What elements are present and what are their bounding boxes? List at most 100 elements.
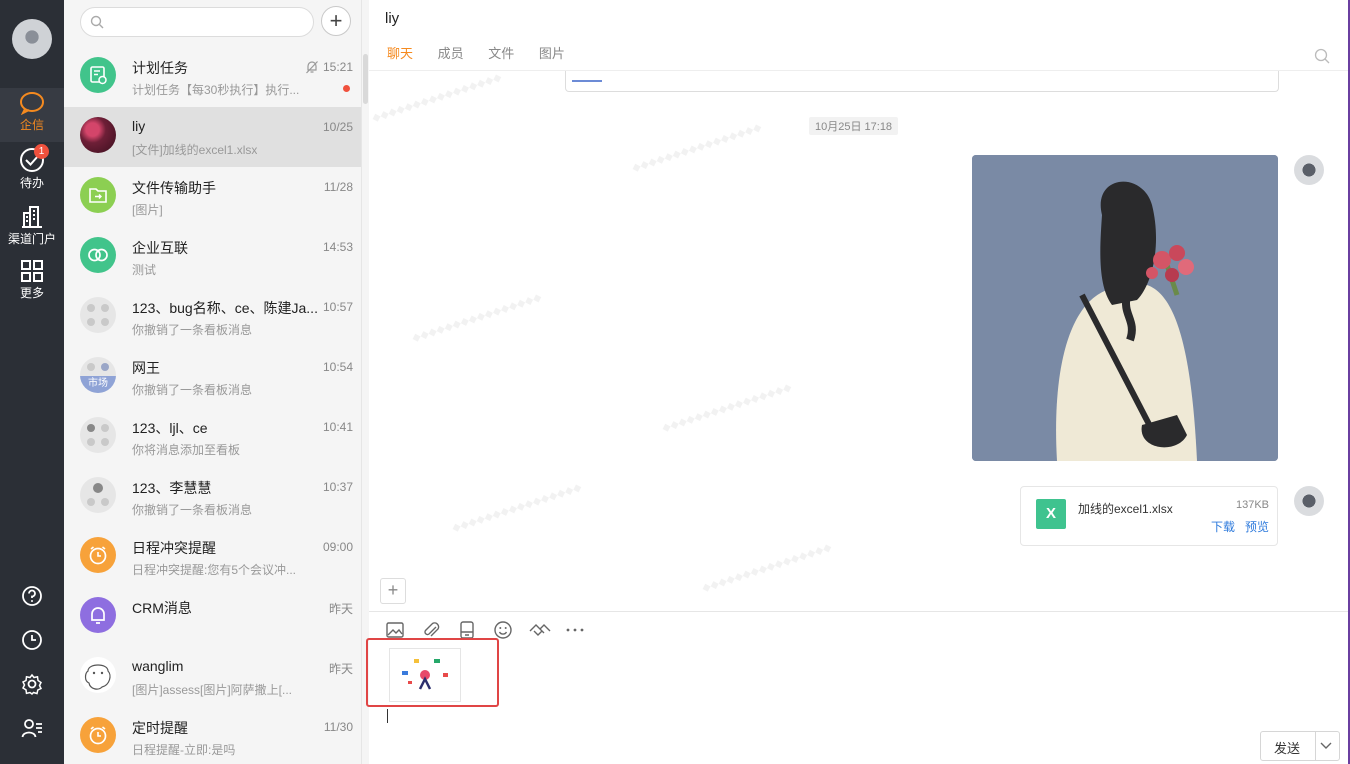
settings-icon: [21, 673, 43, 695]
session-search-input[interactable]: [80, 7, 314, 37]
tab-chat[interactable]: 聊天: [387, 46, 413, 61]
session-time: 11/28: [323, 180, 353, 194]
pending-image-attachment[interactable]: [389, 648, 461, 702]
session-item[interactable]: wanglim [图片]assess[图片]阿萨撒上[... 昨天: [64, 647, 361, 707]
session-item[interactable]: 计划任务 计划任务【每30秒执行】执行... 15:21: [64, 47, 361, 107]
session-name: CRM消息: [132, 600, 192, 616]
avatar-tag: 市场: [80, 376, 116, 393]
group-avatar: [80, 477, 116, 513]
session-avatar: [80, 117, 116, 153]
session-item[interactable]: 123、ljl、ce 你将消息添加至看板 10:41: [64, 407, 361, 467]
session-preview: 计划任务【每30秒执行】执行...: [132, 83, 300, 97]
image-icon[interactable]: [385, 620, 405, 640]
my-avatar[interactable]: [1294, 155, 1324, 185]
send-button[interactable]: 发送: [1260, 731, 1340, 761]
file-message[interactable]: X 加线的excel1.xlsx 137KB 下载 预览: [1020, 486, 1278, 546]
session-name: 123、李慧慧: [132, 480, 212, 496]
attachment-icon[interactable]: [421, 620, 441, 640]
nav-item-qixin[interactable]: 企信: [0, 88, 64, 142]
nav-rail: 企信 待办 1 渠道门户 更多: [0, 0, 64, 764]
session-preview: 测试: [132, 263, 157, 277]
search-icon: [1314, 48, 1330, 64]
session-time: 昨天: [328, 602, 353, 616]
session-time: 09:00: [322, 540, 353, 554]
session-preview: 你撤销了一条看板消息: [132, 323, 253, 337]
session-preview: 你撤销了一条看板消息: [132, 383, 253, 397]
session-name: 定时提醒: [132, 720, 188, 736]
session-name: 企业互联: [132, 240, 188, 256]
emoji-icon[interactable]: [493, 620, 513, 640]
session-time: 14:53: [322, 240, 353, 254]
session-avatar: [80, 57, 116, 93]
chevron-down-icon[interactable]: [1320, 742, 1332, 750]
session-preview: 你撤销了一条看板消息: [132, 503, 253, 517]
card-icon[interactable]: [457, 620, 477, 640]
clock-icon: [22, 630, 42, 650]
bell-icon: [91, 607, 105, 624]
session-time: 15:21: [322, 60, 353, 74]
help-icon: [22, 586, 42, 606]
group-avatar-icon: [87, 304, 109, 326]
session-item[interactable]: 123、bug名称、ce、陈建Ja... 你撤销了一条看板消息 10:57: [64, 287, 361, 347]
tab-images[interactable]: 图片: [539, 46, 565, 61]
session-name: 123、ljl、ce: [132, 420, 208, 436]
expand-plus-button[interactable]: +: [380, 578, 406, 604]
nav-label: 企信: [19, 118, 44, 132]
session-item-active[interactable]: liy [文件]加线的excel1.xlsx 10/25: [64, 107, 361, 167]
mute-bell-icon: [306, 61, 318, 74]
session-preview: 日程提醒-立即:是吗: [132, 743, 236, 757]
send-label: 发送: [1274, 741, 1301, 756]
scrollbar-thumb[interactable]: [363, 54, 368, 104]
file-size: 137KB: [1235, 499, 1269, 511]
task-calendar-icon: [90, 66, 107, 85]
session-preview: 你将消息添加至看板: [132, 443, 241, 457]
tab-files[interactable]: 文件: [488, 46, 514, 61]
preview-link[interactable]: 预览: [1245, 520, 1269, 534]
session-item[interactable]: 定时提醒 日程提醒-立即:是吗 11/30: [64, 707, 361, 764]
message-composer[interactable]: 发送: [366, 638, 1350, 764]
session-time: 11/30: [323, 720, 353, 734]
add-button[interactable]: +: [321, 6, 351, 36]
my-avatar[interactable]: [1294, 486, 1324, 516]
settings-button[interactable]: [0, 673, 64, 700]
session-item[interactable]: 日程冲突提醒 日程冲突提醒:您有5个会议冲... 09:00: [64, 527, 361, 587]
session-name: 网王: [132, 360, 160, 376]
session-item[interactable]: CRM消息 昨天: [64, 587, 361, 647]
download-link[interactable]: 下载: [1211, 520, 1235, 534]
user-avatar[interactable]: [12, 19, 52, 59]
handshake-icon[interactable]: [529, 620, 551, 640]
session-item[interactable]: 文件传输助手 [图片] 11/28: [64, 167, 361, 227]
session-item[interactable]: 企业互联 测试 14:53: [64, 227, 361, 287]
nav-item-more[interactable]: 更多: [0, 256, 64, 310]
contacts-icon: [21, 719, 42, 738]
session-name: 文件传输助手: [132, 180, 216, 196]
session-time: 10:54: [322, 360, 353, 374]
more-icon[interactable]: [565, 620, 585, 640]
previous-message-card[interactable]: [565, 71, 1279, 92]
nav-item-channel-portal[interactable]: 渠道门户: [0, 200, 64, 254]
session-avatar: [80, 237, 116, 273]
session-time: 10:37: [322, 480, 353, 494]
nav-label: 待办: [19, 176, 44, 190]
group-avatar: 市场: [80, 357, 116, 393]
watermark: ◆◆◆◆◆◆◆◆◆◆◆◆◆◆◆◆: [660, 381, 794, 435]
file-actions: 下载 预览: [1201, 518, 1269, 535]
contacts-button[interactable]: [0, 717, 64, 744]
session-time: 10:41: [322, 420, 353, 434]
session-name: liy: [132, 118, 146, 134]
tab-members[interactable]: 成员: [438, 46, 464, 61]
session-preview: 日程冲突提醒:您有5个会议冲...: [132, 563, 297, 577]
nav-item-todo[interactable]: 待办 1: [0, 144, 64, 198]
help-button[interactable]: [0, 585, 64, 612]
grid-icon: [21, 260, 43, 282]
nav-label: 渠道门户: [7, 232, 56, 246]
image-message[interactable]: [972, 155, 1278, 461]
session-avatar: [80, 537, 116, 573]
session-item[interactable]: 123、李慧慧 你撤销了一条看板消息 10:37: [64, 467, 361, 527]
watermark: ◆◆◆◆◆◆◆◆◆◆◆◆◆◆◆◆: [450, 481, 584, 535]
session-item[interactable]: 市场 网王 你撤销了一条看板消息 10:54: [64, 347, 361, 407]
watermark: ◆◆◆◆◆◆◆◆◆◆◆◆◆◆◆◆: [700, 541, 834, 595]
session-preview: [图片]: [132, 203, 163, 217]
chat-search-button[interactable]: [1314, 48, 1330, 69]
history-button[interactable]: [0, 629, 64, 656]
